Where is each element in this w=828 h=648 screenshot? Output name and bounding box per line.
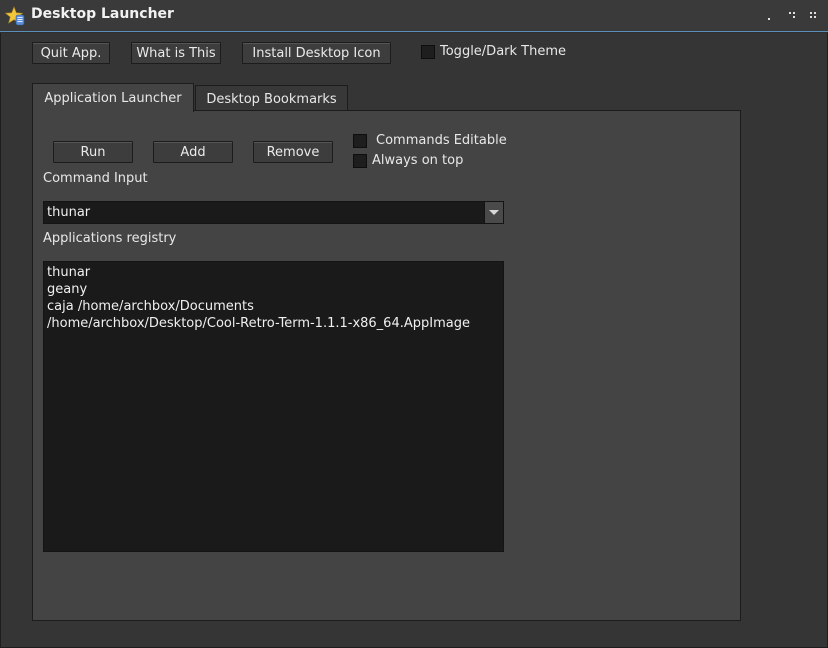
list-item[interactable]: geany <box>47 281 500 298</box>
checkbox-box[interactable] <box>353 153 367 168</box>
commands-editable-checkbox[interactable]: Commands Editable <box>353 133 507 148</box>
commands-editable-label: Commands Editable <box>376 133 507 148</box>
install-desktop-icon-button[interactable]: Install Desktop Icon <box>242 42 391 64</box>
remove-button[interactable]: Remove <box>253 141 333 163</box>
tab-application-launcher[interactable]: Application Launcher <box>32 83 194 112</box>
command-input-label: Command Input <box>43 171 148 186</box>
list-item[interactable]: /home/archbox/Desktop/Cool-Retro-Term-1.… <box>47 315 500 332</box>
title-bar: Desktop Launcher <box>0 0 828 32</box>
minimize-icon[interactable] <box>762 9 776 23</box>
command-input-combobox[interactable]: thunar <box>43 201 504 224</box>
applications-registry-list[interactable]: thunar geany caja /home/archbox/Document… <box>43 261 504 552</box>
always-on-top-label: Always on top <box>372 153 464 168</box>
toggle-dark-theme-checkbox[interactable]: Toggle/Dark Theme <box>421 44 566 59</box>
window-title: Desktop Launcher <box>31 6 174 22</box>
command-input-value[interactable]: thunar <box>47 205 90 220</box>
checkbox-box[interactable] <box>353 133 367 148</box>
close-icon[interactable] <box>807 9 821 23</box>
what-is-this-button[interactable]: What is This <box>131 42 221 64</box>
checkbox-box[interactable] <box>421 44 435 59</box>
list-item[interactable]: caja /home/archbox/Documents <box>47 298 500 315</box>
toggle-dark-theme-label: Toggle/Dark Theme <box>440 44 567 59</box>
chevron-down-icon[interactable] <box>484 202 503 223</box>
quit-button[interactable]: Quit App. <box>32 42 110 64</box>
run-button[interactable]: Run <box>53 141 133 163</box>
tab-desktop-bookmarks[interactable]: Desktop Bookmarks <box>195 85 348 112</box>
add-button[interactable]: Add <box>153 141 233 163</box>
always-on-top-checkbox[interactable]: Always on top <box>353 153 463 168</box>
maximize-icon[interactable] <box>786 9 800 23</box>
applications-registry-label: Applications registry <box>43 231 177 246</box>
star-shield-icon <box>4 6 25 26</box>
list-item[interactable]: thunar <box>47 264 500 281</box>
